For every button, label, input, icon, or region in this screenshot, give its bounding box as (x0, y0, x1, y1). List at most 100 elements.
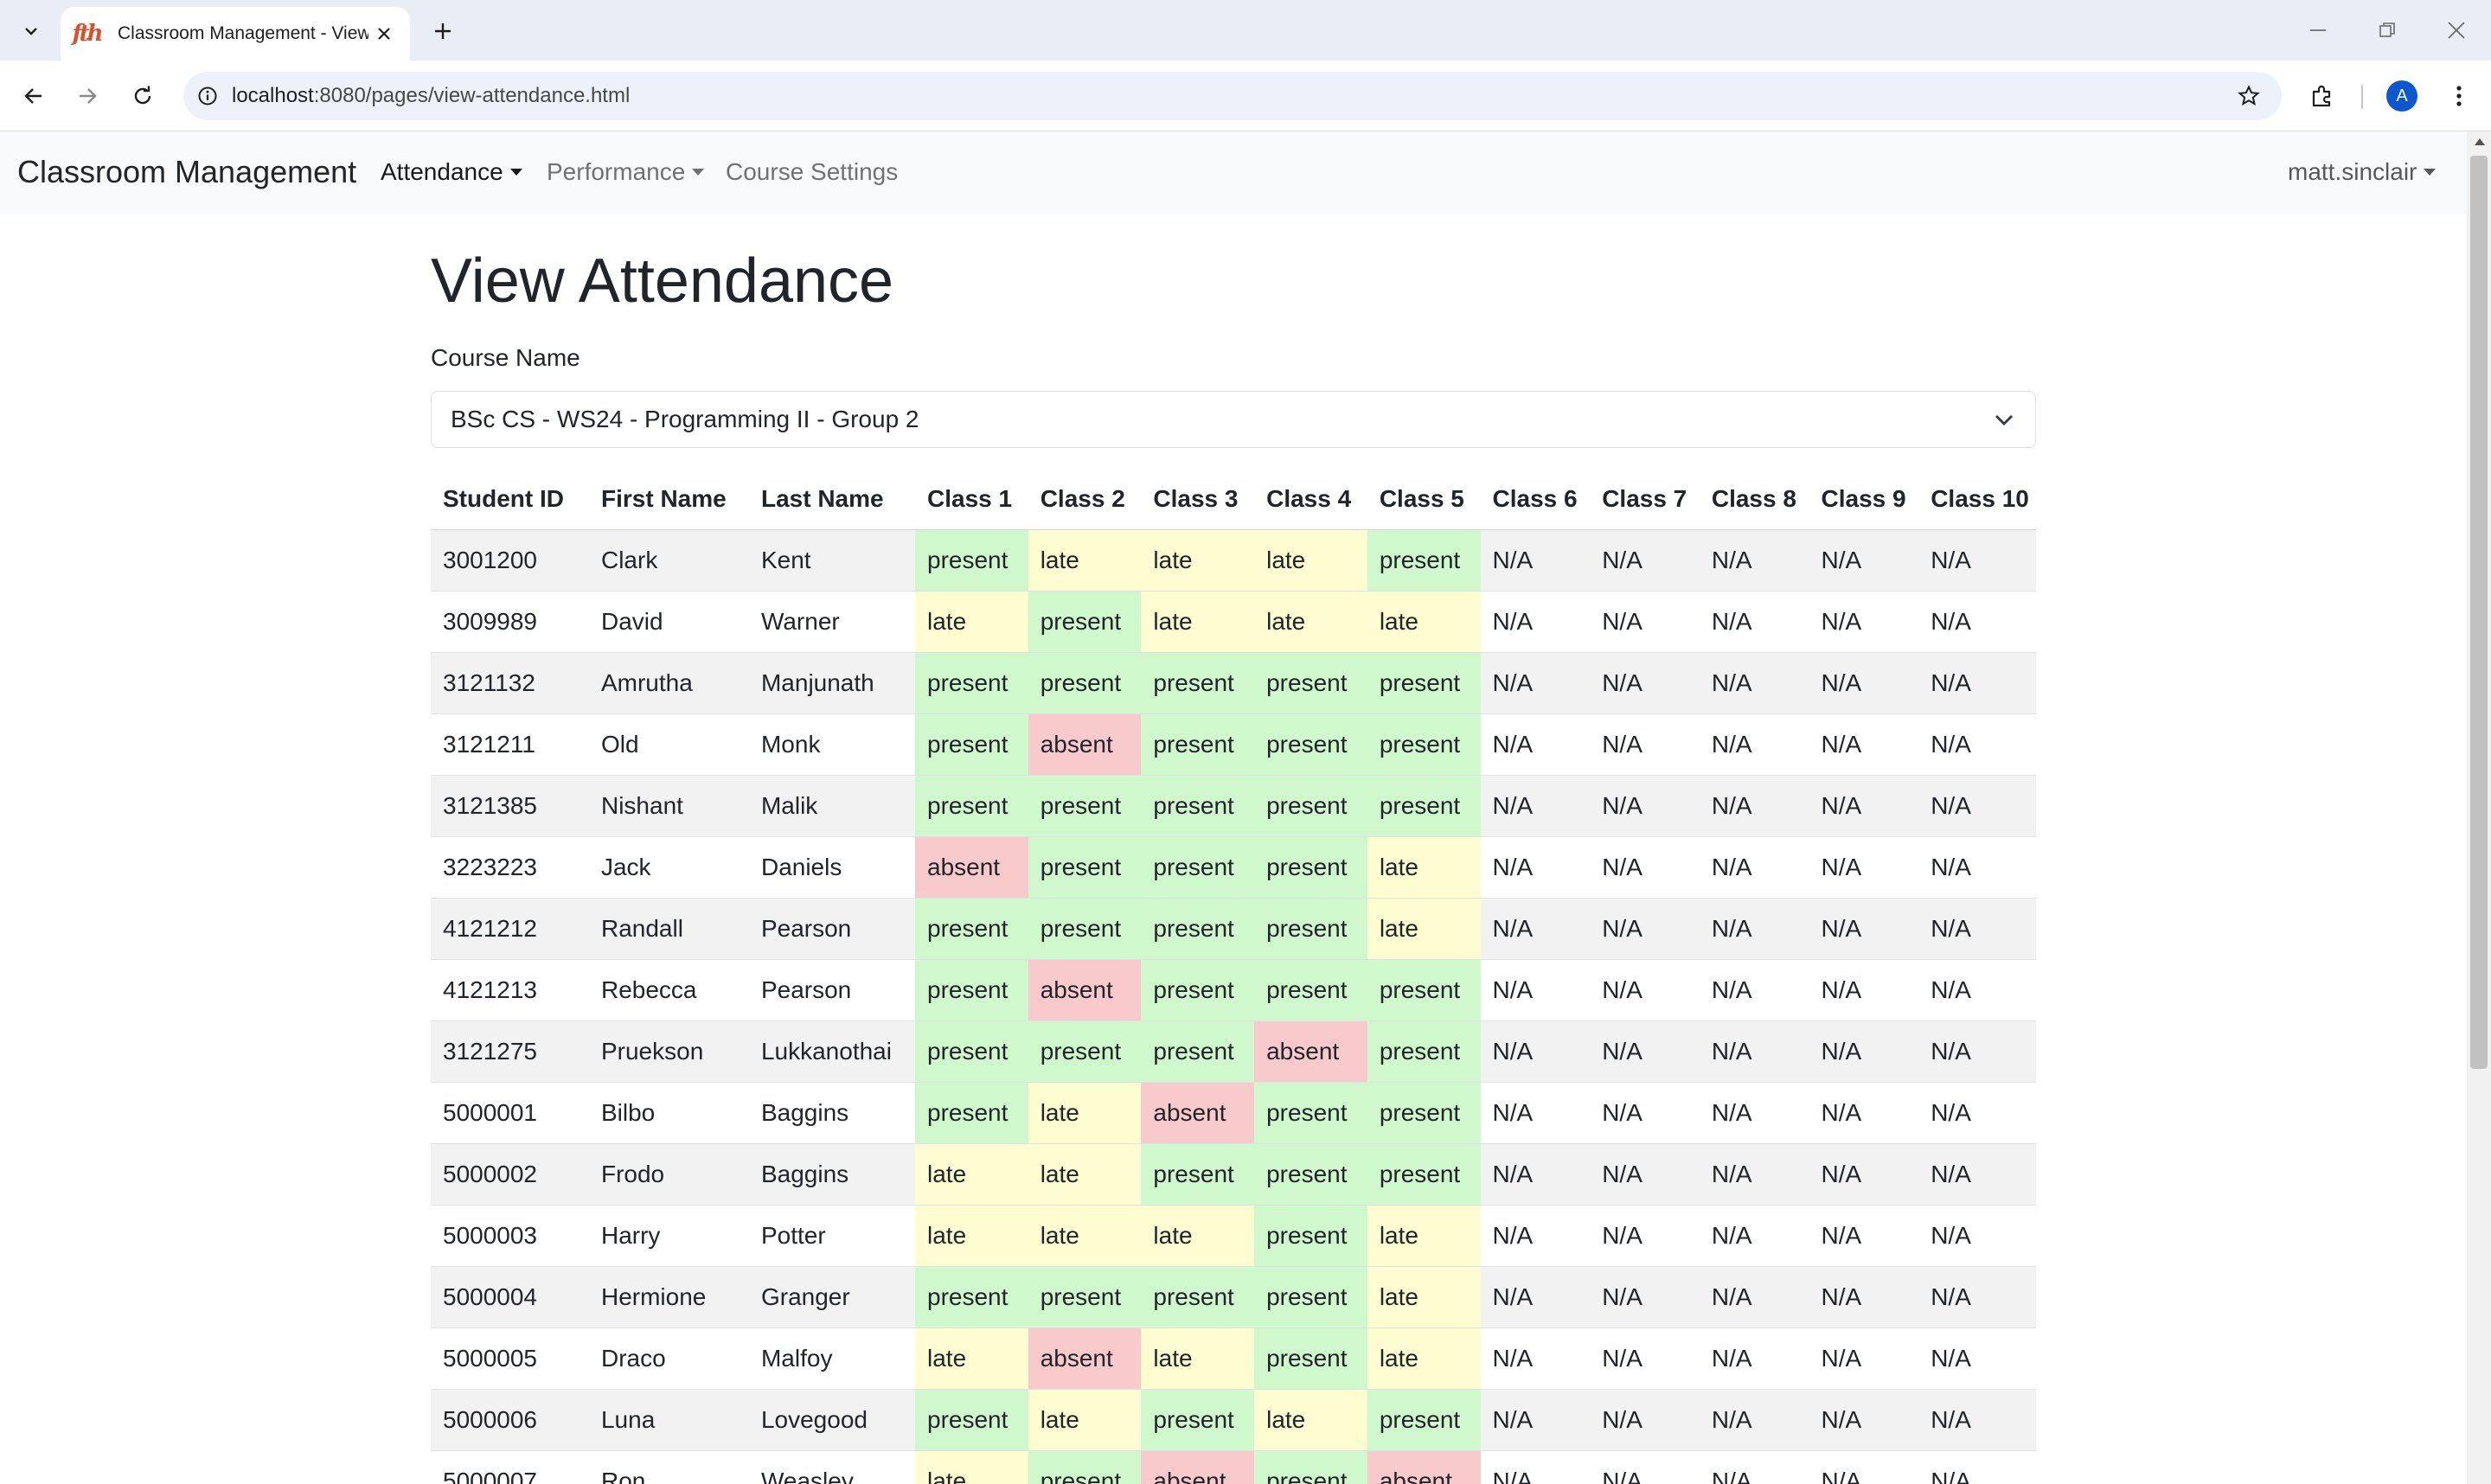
last-name-cell: Warner (748, 591, 915, 653)
student-id-cell: 3223223 (431, 836, 589, 899)
attendance-status-cell: N/A (1809, 1205, 1919, 1267)
last-name-cell: Lukkanothai (748, 1020, 915, 1083)
attendance-status-cell: N/A (1590, 1082, 1700, 1144)
attendance-status-cell: N/A (1809, 591, 1919, 653)
attendance-status-cell: late (1254, 1389, 1367, 1451)
attendance-status-cell: N/A (1590, 1020, 1700, 1083)
table-row: 4121213 Rebecca Pearson present absent presen… (431, 959, 2036, 1021)
attendance-status-cell: present (1141, 775, 1255, 837)
forward-icon[interactable] (67, 76, 107, 116)
attendance-status-cell: present (1028, 1020, 1142, 1083)
student-id-cell: 3009989 (431, 591, 589, 653)
tab-title: Classroom Management - View Attendance (118, 23, 368, 43)
attendance-status-cell: present (1141, 652, 1255, 714)
attendance-status-cell: present (1028, 775, 1142, 837)
browser-menu-icon[interactable] (2439, 76, 2479, 116)
attendance-status-cell: N/A (1480, 529, 1591, 592)
attendance-status-cell: N/A (1590, 1205, 1700, 1267)
tab-search-icon[interactable] (12, 12, 50, 50)
last-name-cell: Lovegood (748, 1389, 915, 1451)
attendance-status-cell: N/A (1918, 652, 2036, 714)
extensions-icon[interactable] (2302, 76, 2342, 116)
student-id-cell: 5000002 (431, 1143, 589, 1206)
attendance-status-cell: N/A (1809, 1020, 1919, 1083)
close-tab-icon[interactable] (370, 20, 398, 48)
nav-course-settings[interactable]: Course Settings (726, 158, 898, 186)
scroll-up-arrow-icon[interactable] (2475, 138, 2485, 145)
table-row: 3121132 Amrutha Manjunath present present pre… (431, 652, 2036, 714)
bookmark-star-icon[interactable] (2232, 79, 2266, 113)
attendance-status-cell: present (1254, 652, 1367, 714)
attendance-status-cell: present (1254, 1143, 1367, 1206)
reload-icon[interactable] (123, 76, 163, 116)
table-row: 3001200 Clark Kent present late late late prese… (431, 529, 2036, 592)
last-name-cell: Monk (748, 713, 915, 776)
first-name-cell: Amrutha (588, 652, 749, 714)
restore-icon[interactable] (2361, 9, 2413, 52)
column-header: Class 8 (1699, 469, 1809, 530)
attendance-status-cell: present (1141, 898, 1255, 960)
attendance-status-cell: absent (1141, 1450, 1255, 1484)
attendance-status-cell: N/A (1590, 652, 1700, 714)
attendance-status-cell: late (915, 1205, 1028, 1267)
attendance-status-cell: N/A (1918, 1020, 2036, 1083)
attendance-status-cell: present (1028, 652, 1142, 714)
user-name: matt.sinclair (2288, 158, 2417, 185)
browser-toolbar: localhost:8080/pages/view-attendance.htm… (0, 61, 2491, 131)
attendance-status-cell: N/A (1918, 959, 2036, 1021)
site-info-icon[interactable] (183, 72, 232, 120)
attendance-status-cell: N/A (1918, 1266, 2036, 1328)
attendance-status-cell: N/A (1809, 898, 1919, 960)
last-name-cell: Malfoy (748, 1327, 915, 1390)
table-body: 3001200 Clark Kent present late late late prese… (431, 529, 2036, 1484)
user-menu-dropdown[interactable]: matt.sinclair (2288, 158, 2437, 186)
address-bar[interactable]: localhost:8080/pages/view-attendance.htm… (183, 72, 2282, 120)
nav-attendance-label: Attendance (381, 158, 503, 185)
last-name-cell: Pearson (748, 898, 915, 960)
attendance-status-cell: late (1254, 529, 1367, 592)
attendance-status-cell: N/A (1699, 1327, 1809, 1390)
table-row: 3121275 Pruekson Lukkanothai present present… (431, 1020, 2036, 1083)
attendance-status-cell: N/A (1699, 1389, 1809, 1451)
table-row: 5000001 Bilbo Baggins present late absent pres… (431, 1082, 2036, 1144)
caret-down-icon (692, 169, 705, 176)
attendance-status-cell: N/A (1699, 1082, 1809, 1144)
nav-performance-dropdown[interactable]: Performance (547, 158, 705, 186)
attendance-status-cell: present (1367, 1082, 1481, 1144)
first-name-cell: Draco (588, 1327, 749, 1390)
caret-down-icon (2424, 169, 2437, 176)
table-row: 3121211 Old Monk present absent present presen… (431, 713, 2036, 776)
minimize-icon[interactable] (2292, 9, 2344, 52)
column-header: Class 9 (1809, 469, 1919, 530)
table-row: 3009989 David Warner late present late late lat… (431, 591, 2036, 653)
attendance-status-cell: present (1367, 713, 1481, 776)
attendance-status-cell: N/A (1480, 836, 1591, 899)
back-icon[interactable] (14, 76, 54, 116)
attendance-status-cell: N/A (1918, 713, 2036, 776)
attendance-status-cell: present (1254, 1205, 1367, 1267)
attendance-status-cell: present (915, 652, 1028, 714)
attendance-status-cell: present (1367, 1020, 1481, 1083)
navbar-brand[interactable]: Classroom Management (17, 154, 356, 190)
profile-avatar[interactable]: A (2386, 80, 2417, 112)
page-scrollbar[interactable] (2467, 131, 2491, 1484)
scrollbar-thumb[interactable] (2470, 156, 2488, 1069)
last-name-cell: Potter (748, 1205, 915, 1267)
page-title: View Attendance (431, 246, 894, 316)
nav-attendance-dropdown[interactable]: Attendance (381, 158, 522, 186)
last-name-cell: Malik (748, 775, 915, 837)
attendance-status-cell: N/A (1480, 898, 1591, 960)
table-row: 5000006 Luna Lovegood present late present lat… (431, 1389, 2036, 1451)
attendance-status-cell: N/A (1699, 959, 1809, 1021)
column-header: Class 2 (1028, 469, 1142, 530)
browser-tab[interactable]: fth Classroom Management - View Attendan… (61, 7, 410, 61)
last-name-cell: Kent (748, 529, 915, 592)
attendance-status-cell: N/A (1590, 1450, 1700, 1484)
attendance-status-cell: N/A (1809, 652, 1919, 714)
course-select[interactable]: BSc CS - WS24 - Programming II - Group 2 (431, 391, 2036, 448)
attendance-status-cell: N/A (1590, 836, 1700, 899)
attendance-status-cell: absent (1028, 1327, 1142, 1390)
new-tab-icon[interactable] (424, 12, 462, 50)
browser-tab-strip: fth Classroom Management - View Attendan… (0, 0, 2491, 61)
close-window-icon[interactable] (2430, 9, 2482, 52)
